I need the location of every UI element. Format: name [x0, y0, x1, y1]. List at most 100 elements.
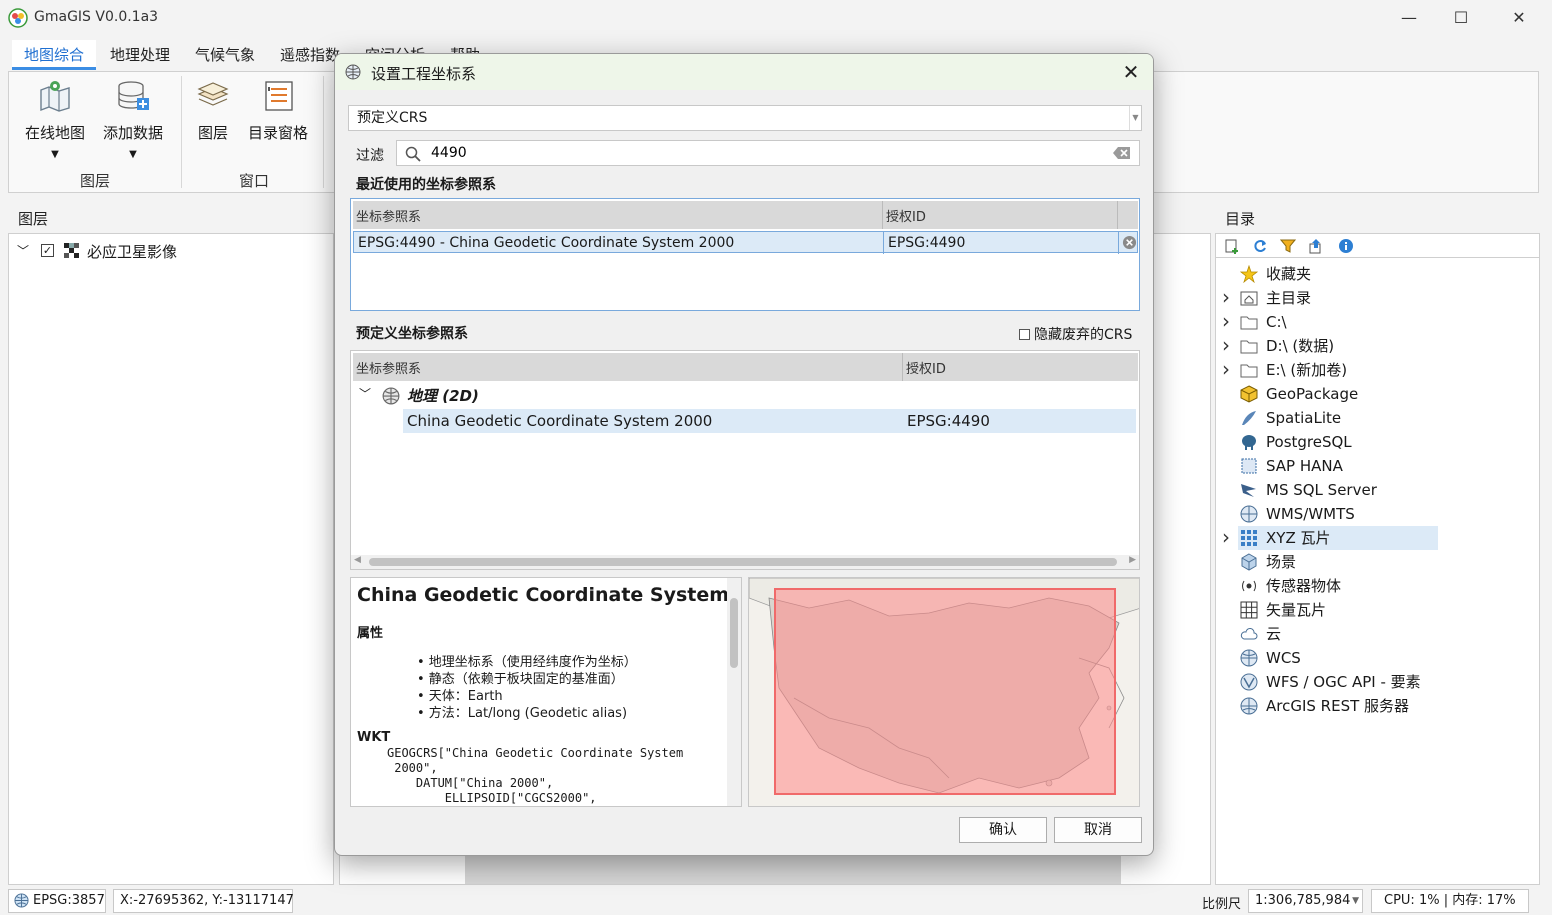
- scale-value: 1:306,785,984: [1255, 893, 1351, 908]
- crs-status-button[interactable]: EPSG:3857: [8, 889, 106, 913]
- catalog-item-label: C:\: [1266, 313, 1287, 331]
- checkbox-box[interactable]: [1019, 329, 1030, 340]
- catalog-item[interactable]: GeoPackage: [1238, 382, 1438, 406]
- wkt-line: ELLIPSOID["CGCS2000",: [387, 791, 597, 805]
- wcs-globe-icon: [1240, 649, 1258, 667]
- catalog-item[interactable]: 主目录: [1238, 286, 1438, 310]
- globe-icon: [345, 64, 361, 80]
- horizontal-scrollbar[interactable]: ◀ ▶: [351, 555, 1139, 569]
- catalog-item[interactable]: SAP HANA: [1238, 454, 1438, 478]
- catalog-item[interactable]: 场景: [1238, 550, 1438, 574]
- maximize-button[interactable]: ☐: [1438, 4, 1484, 32]
- catalog-item[interactable]: C:\: [1238, 310, 1438, 334]
- hide-deprecated-checkbox[interactable]: 隐藏废弃的CRS: [1019, 324, 1132, 344]
- catalog-item[interactable]: ArcGIS REST 服务器: [1238, 694, 1438, 718]
- catalog-toolbar: [1216, 234, 1539, 258]
- expand-chevron-icon[interactable]: ›: [1222, 287, 1230, 307]
- group-collapse-chevron-icon[interactable]: ﹀: [359, 385, 371, 402]
- window-title: GmaGIS V0.0.1a3: [34, 9, 159, 25]
- layers-stack-icon: [197, 82, 229, 106]
- cancel-button[interactable]: 取消: [1054, 817, 1142, 843]
- expand-chevron-icon[interactable]: ›: [1222, 527, 1230, 547]
- crs-extent-rectangle: [774, 588, 1116, 795]
- catalog-item-label: 云: [1266, 625, 1282, 643]
- scrollbar-thumb[interactable]: [730, 598, 738, 668]
- chevron-down-icon[interactable]: ▼: [1129, 106, 1141, 130]
- predefined-crs-name: China Geodetic Coordinate System 2000: [407, 412, 713, 430]
- catalog-item-label: 收藏夹: [1266, 265, 1312, 283]
- tab-map-general[interactable]: 地图综合: [12, 40, 96, 70]
- catalog-item-label: ArcGIS REST 服务器: [1266, 697, 1410, 715]
- catalog-item-label: 传感器物体: [1266, 577, 1342, 595]
- add-data-dropdown-icon[interactable]: ▼: [97, 149, 169, 160]
- catalog-item[interactable]: PostgreSQL: [1238, 430, 1438, 454]
- layer-visibility-checkbox[interactable]: ✓: [41, 244, 54, 257]
- catalog-item[interactable]: WCS: [1238, 646, 1438, 670]
- column-header-crs[interactable]: 坐标参照系: [353, 353, 903, 381]
- catalog-item[interactable]: WMS/WMTS: [1238, 502, 1438, 526]
- catalog-item-label: E:\ (新加卷): [1266, 361, 1348, 379]
- catalog-item[interactable]: D:\ (数据): [1238, 334, 1438, 358]
- catalog-item[interactable]: 收藏夹: [1238, 262, 1438, 286]
- minimize-button[interactable]: —: [1386, 4, 1432, 32]
- tab-geoprocessing[interactable]: 地理处理: [98, 40, 182, 70]
- layers-button[interactable]: 图层: [187, 78, 239, 143]
- catalog-item-label: D:\ (数据): [1266, 337, 1335, 355]
- filter-input[interactable]: [431, 142, 1091, 164]
- scale-combobox[interactable]: 1:306,785,984 ▼: [1248, 889, 1363, 913]
- add-data-icon: [118, 81, 149, 110]
- coordinate-readout[interactable]: X:-27695362, Y:-13117147: [113, 889, 294, 913]
- dialog-close-button[interactable]: ✕: [1119, 60, 1143, 84]
- close-window-button[interactable]: ✕: [1496, 4, 1542, 32]
- info-icon[interactable]: [1338, 238, 1354, 254]
- catalog-item[interactable]: E:\ (新加卷): [1238, 358, 1438, 382]
- table-row[interactable]: China Geodetic Coordinate System 2000 EP…: [403, 409, 1136, 433]
- collapse-all-icon[interactable]: [1308, 238, 1324, 254]
- catalog-item[interactable]: WFS / OGC API - 要素: [1238, 670, 1438, 694]
- add-data-button[interactable]: 添加数据 ▼: [97, 78, 169, 160]
- layer-collapse-chevron-icon[interactable]: ﹀: [17, 242, 29, 259]
- crs-details-attr-heading: 属性: [357, 626, 384, 641]
- clear-text-icon[interactable]: [1113, 146, 1131, 160]
- catalog-item[interactable]: 云: [1238, 622, 1438, 646]
- catalog-window-button[interactable]: 目录窗格: [243, 78, 313, 143]
- vertical-scrollbar[interactable]: [727, 578, 741, 806]
- recent-crs-auth: EPSG:4490: [884, 232, 1119, 254]
- remove-recent-icon[interactable]: [1122, 235, 1137, 250]
- layer-name-bing-satellite[interactable]: 必应卫星影像: [87, 241, 177, 262]
- expand-chevron-icon[interactable]: ›: [1222, 335, 1230, 355]
- title-bar: GmaGIS V0.0.1a3 — ☐ ✕: [0, 0, 1552, 36]
- crs-details-panel: China Geodetic Coordinate System 2000 属性…: [350, 577, 742, 807]
- expand-chevron-icon[interactable]: ›: [1222, 359, 1230, 379]
- catalog-item[interactable]: 矢量瓦片: [1238, 598, 1438, 622]
- scrollbar-thumb[interactable]: [369, 558, 1117, 566]
- catalog-item[interactable]: MS SQL Server: [1238, 478, 1438, 502]
- catalog-item[interactable]: XYZ 瓦片: [1238, 526, 1438, 550]
- column-header-auth-id[interactable]: 授权ID: [883, 201, 1118, 229]
- filter-field[interactable]: [396, 140, 1140, 166]
- column-header-auth-id[interactable]: 授权ID: [903, 353, 1138, 381]
- ok-button[interactable]: 确认: [959, 817, 1047, 843]
- online-map-button[interactable]: 在线地图 ▼: [19, 78, 91, 160]
- predefined-crs-title: 预定义坐标参照系: [356, 326, 468, 342]
- crs-detail-bullet: • 方法：Lat/long (Geodetic alias): [417, 706, 628, 721]
- online-map-dropdown-icon[interactable]: ▼: [19, 149, 91, 160]
- crs-group-label[interactable]: 地理 (2D): [407, 385, 479, 406]
- add-favorite-icon[interactable]: [1224, 238, 1240, 254]
- filter-icon[interactable]: [1280, 238, 1296, 254]
- refresh-icon[interactable]: [1252, 238, 1268, 254]
- catalog-item[interactable]: SpatiaLite: [1238, 406, 1438, 430]
- crs-mode-select[interactable]: 预定义CRS ▼: [348, 105, 1142, 131]
- column-header-crs[interactable]: 坐标参照系: [353, 201, 883, 229]
- recent-crs-table: 坐标参照系 授权ID EPSG:4490 - China Geodetic Co…: [350, 198, 1140, 311]
- sensor-icon: [1242, 580, 1256, 592]
- scale-dropdown-icon[interactable]: ▼: [1352, 890, 1359, 912]
- tab-climate[interactable]: 气候气象: [183, 40, 267, 70]
- scroll-left-icon[interactable]: ◀: [354, 555, 361, 565]
- predefined-crs-auth: EPSG:4490: [907, 412, 990, 430]
- catalog-item[interactable]: 传感器物体: [1238, 574, 1438, 598]
- table-row[interactable]: EPSG:4490 - China Geodetic Coordinate Sy…: [353, 231, 1138, 254]
- catalog-item-label: 主目录: [1266, 289, 1312, 307]
- expand-chevron-icon[interactable]: ›: [1222, 311, 1230, 331]
- scroll-right-icon[interactable]: ▶: [1129, 555, 1136, 565]
